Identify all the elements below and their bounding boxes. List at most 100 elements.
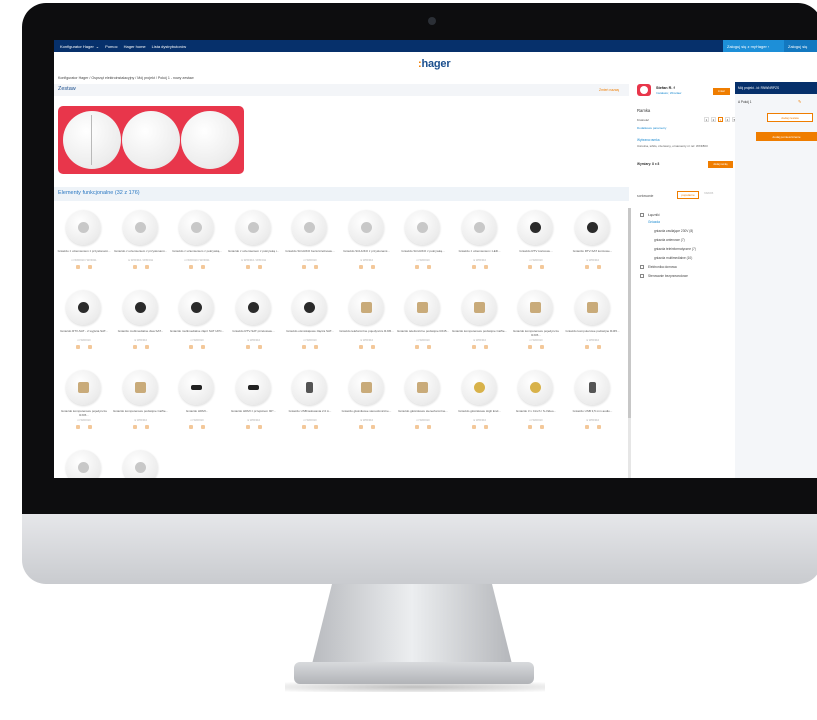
add-icon[interactable] — [257, 265, 262, 269]
filter-checkbox[interactable] — [640, 274, 644, 278]
product-image[interactable] — [235, 290, 271, 325]
product-name[interactable]: Gniazdo ośmiokątowe złącza SAT... — [282, 329, 338, 333]
product-image[interactable] — [518, 210, 553, 245]
info-icon[interactable] — [528, 425, 532, 429]
product-card[interactable]: Gniazdo z uziemieniem z przysłonami... nr… — [113, 208, 169, 278]
add-set-button[interactable]: dodaj zestaw — [767, 113, 813, 122]
product-name[interactable]: Gniazdo z uziemieniem z pokrywką... — [169, 249, 225, 253]
product-image[interactable] — [292, 370, 327, 405]
filter-item[interactable]: gniazda multimedialne (10) — [654, 256, 692, 260]
product-image[interactable] — [461, 290, 497, 325]
add-icon[interactable] — [540, 345, 544, 349]
add-icon[interactable] — [144, 425, 149, 429]
add-icon[interactable] — [314, 425, 318, 429]
product-card[interactable]: Gniazdo 3 x Cinch / S-Video... nr WXF010 — [508, 368, 564, 438]
product-image[interactable] — [292, 210, 327, 245]
sort-name-button[interactable]: nazwa — [704, 191, 713, 195]
product-name[interactable]: Gniazdo SCHUKO z pokrywką... — [395, 249, 451, 253]
breadcrumb[interactable]: Konfigurator Hager / Osprzęt elektroinst… — [58, 76, 194, 80]
add-icon[interactable] — [540, 265, 544, 269]
add-room-button[interactable]: dodaj pomieszczenie — [756, 132, 817, 141]
sort-popular-button[interactable]: popularne — [677, 191, 699, 199]
info-icon[interactable] — [471, 265, 476, 269]
product-card[interactable]: Gniazdo głośnikowe stereofoniczne... nr W… — [395, 368, 451, 438]
filter-item[interactable]: Elektronika domowa — [648, 265, 677, 269]
info-icon[interactable] — [245, 425, 250, 429]
add-icon[interactable] — [88, 345, 92, 349]
product-name[interactable]: Gniazdo głośnikowe High End... — [452, 409, 508, 413]
add-icon[interactable] — [596, 345, 601, 349]
product-name[interactable]: Gniazdo SCHUKO bezszczelinowe... — [282, 249, 338, 253]
product-name[interactable]: Gniazdo głośnikowe stereofoniczne... — [395, 409, 451, 413]
product-image[interactable] — [405, 370, 440, 405]
product-image[interactable] — [348, 290, 384, 325]
product-name[interactable]: Gniazdo 3 x Cinch / S-Video... — [508, 409, 564, 413]
product-image[interactable] — [574, 210, 610, 245]
add-icon[interactable] — [596, 265, 601, 269]
product-image[interactable] — [122, 290, 158, 325]
product-image[interactable] — [66, 450, 101, 478]
info-icon[interactable] — [415, 345, 419, 349]
info-icon[interactable] — [358, 265, 363, 269]
product-name[interactable]: Gniazdo multimedialne dwa SAT... — [113, 329, 169, 333]
add-icon[interactable] — [370, 425, 375, 429]
product-name[interactable]: Gniazdo RTV-SAT końcowe... — [565, 249, 621, 253]
product-image[interactable] — [461, 370, 497, 405]
add-icon[interactable] — [540, 425, 544, 429]
user-sub[interactable]: Instalator, Wrocław — [656, 91, 681, 95]
add-icon[interactable] — [144, 265, 149, 269]
product-name[interactable]: Gniazdo z uziemieniem z pokrywką i... — [226, 249, 282, 253]
product-name[interactable]: Gniazdo USB 3,5 mm audio... — [565, 409, 621, 413]
nav-konfigurator[interactable]: Konfigurator Hager — [60, 44, 94, 49]
add-icon[interactable] — [483, 425, 488, 429]
product-image[interactable] — [122, 370, 158, 405]
product-name[interactable]: Gniazdo komputerowe podwójne Cat5e... — [113, 409, 169, 413]
product-card[interactable]: Gniazdo komputerowe pojedyncze RJ45... nr… — [508, 288, 564, 358]
product-image[interactable] — [122, 450, 158, 478]
product-image[interactable] — [179, 370, 214, 405]
scrollbar-thumb[interactable] — [628, 208, 631, 418]
info-icon[interactable] — [584, 425, 589, 429]
rename-link[interactable]: Zmień nazwę — [599, 88, 619, 92]
add-icon[interactable] — [201, 265, 205, 269]
product-name[interactable]: Gniazdo komputerowe pojedyncze RJ45... — [56, 409, 112, 417]
filter-item[interactable]: gniazda teleinformatyczne (7) — [654, 247, 696, 251]
info-icon[interactable] — [189, 345, 193, 349]
add-icon[interactable] — [427, 425, 431, 429]
add-icon[interactable] — [370, 345, 375, 349]
product-card[interactable]: Gniazdo RTV końcowe... nr WXF010 — [508, 208, 564, 278]
add-icon[interactable] — [596, 425, 601, 429]
product-image[interactable] — [235, 210, 271, 245]
product-card[interactable]: Gniazdo komputerowe podwójne RJ45... nr W… — [565, 288, 621, 358]
product-image[interactable] — [179, 210, 214, 245]
info-icon[interactable] — [415, 265, 419, 269]
product-image[interactable] — [574, 370, 610, 405]
info-icon[interactable] — [302, 345, 306, 349]
product-name[interactable]: Gniazdo USB ładowania 2.0 A... — [282, 409, 338, 413]
product-name[interactable]: Gniazdo RTV-SAT - 2 wyjścia SAT... — [56, 329, 112, 333]
frame-size-3[interactable]: 3 — [718, 117, 723, 122]
product-card[interactable]: Gniazdo telefoniczne podwójne RJ45... nr … — [395, 288, 451, 358]
filter-checkbox[interactable] — [640, 213, 644, 217]
login-button[interactable]: Zaloguj się — [784, 40, 817, 52]
product-card[interactable]: Gniazdo HDMI... nr WXF010 — [169, 368, 225, 438]
product-name[interactable]: Gniazdo komputerowe pojedyncze RJ45... — [508, 329, 564, 337]
product-name[interactable]: Gniazdo telefoniczne pojedyncze RJ45... — [339, 329, 395, 333]
product-card[interactable]: Gniazdo głośnikowe stereofoniczne... nr W… — [339, 368, 395, 438]
product-image[interactable] — [518, 290, 553, 325]
add-icon[interactable] — [427, 345, 431, 349]
product-image[interactable] — [66, 210, 101, 245]
product-card[interactable]: Gniazdo komputerowe podwójne Cat5e... nr … — [452, 288, 508, 358]
product-image[interactable] — [179, 290, 214, 325]
nav-hager-home[interactable]: Hager home — [124, 44, 146, 49]
product-card[interactable]: Gniazdo multimedialne dwa SAT... nr WXF01… — [113, 288, 169, 358]
product-name[interactable]: Gniazdo SCHUKO z przysłonami... — [339, 249, 395, 253]
product-card[interactable]: Gniazdo HDMI z przejściem 90°... nr WXF01… — [226, 368, 282, 438]
product-card[interactable]: Gniazdo komputerowe pojedyncze RJ45... nr… — [56, 368, 112, 438]
info-icon[interactable] — [245, 265, 250, 269]
add-icon[interactable] — [427, 265, 431, 269]
product-card[interactable]: Gniazdo RTV-SAT - 2 wyjścia SAT... nr WXF… — [56, 288, 112, 358]
room-item[interactable]: A Pokój 1 — [738, 100, 751, 104]
product-card[interactable]: Gniazdo USB 3,5 mm audio... nr WXF010 — [565, 368, 621, 438]
info-icon[interactable] — [584, 265, 589, 269]
